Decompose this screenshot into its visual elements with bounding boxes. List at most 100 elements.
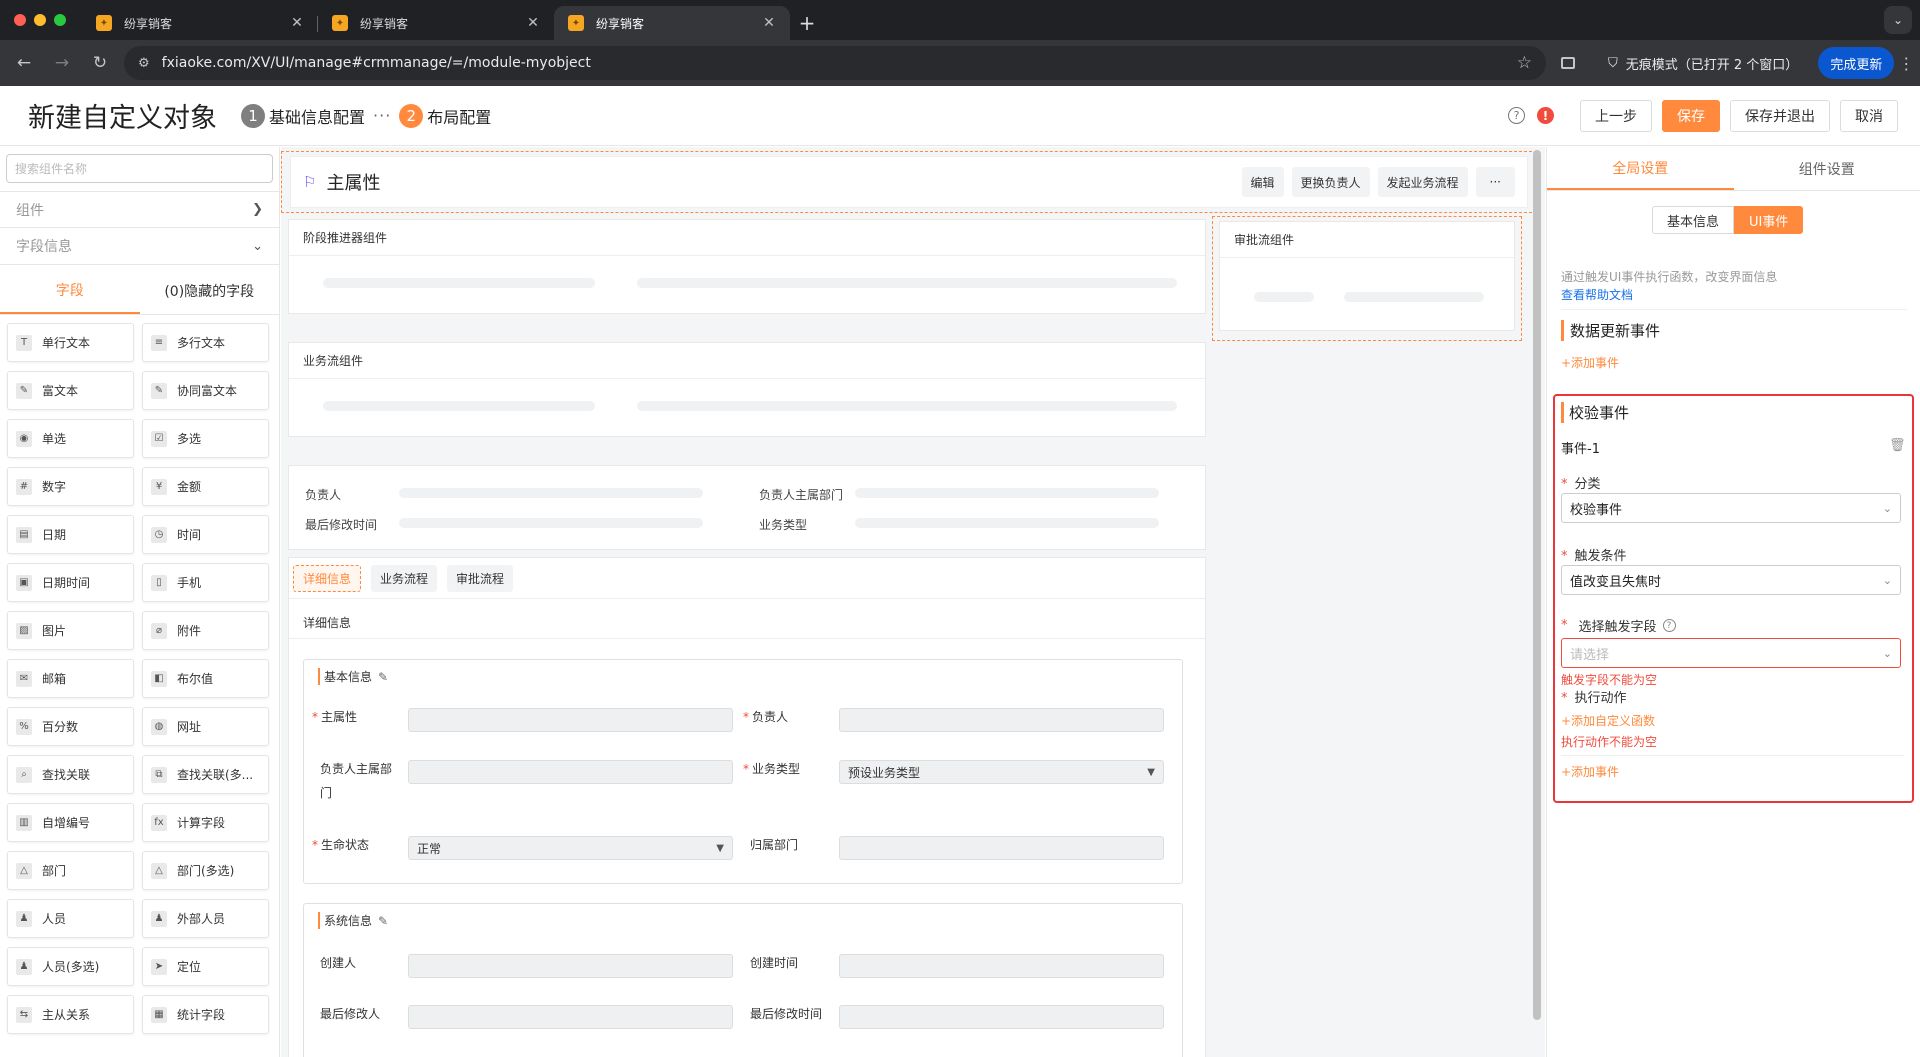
trigger-field-select[interactable]: 请选择 ⌄ [1561,638,1901,668]
field-type-item[interactable]: ☑ 多选 [142,419,269,458]
more-actions-button[interactable]: ··· [1475,167,1515,197]
creator-field[interactable] [408,954,733,978]
field-type-item[interactable]: ≡ 多行文本 [142,323,269,362]
tab-approval-flow[interactable]: 审批流程 [447,565,514,592]
field-type-item[interactable]: ✎ 协同富文本 [142,371,269,410]
add-data-event-link[interactable]: +添加事件 [1561,354,1619,371]
owner-field[interactable] [839,708,1164,732]
field-type-item[interactable]: ⌕ 查找关联 [7,755,134,794]
header-component[interactable]: ⚐ 主属性 编辑 更换负责人 发起业务流程 ··· [281,151,1537,213]
tab-fields[interactable]: 字段 [0,267,140,314]
canvas-scrollbar[interactable] [1533,150,1541,1020]
field-type-item[interactable]: % 百分数 [7,707,134,746]
close-tab-icon[interactable]: ✕ [760,15,778,31]
field-type-item[interactable]: ◷ 时间 [142,515,269,554]
component-search-input[interactable]: 搜索组件名称 [6,154,273,183]
edit-icon[interactable]: ✎ [378,914,388,928]
incognito-indicator[interactable]: ⛉ 无痕模式（已打开 2 个窗口） [1596,47,1810,79]
cancel-button[interactable]: 取消 [1840,99,1898,132]
name-field[interactable] [408,708,733,732]
create-time-field[interactable] [839,954,1164,978]
life-status-select[interactable]: 正常 ▼ [408,836,733,860]
field-type-item[interactable]: ♟ 人员(多选) [7,947,134,986]
help-icon[interactable]: ? [1508,107,1525,124]
belong-dept-field[interactable] [839,836,1164,860]
browser-menu-icon[interactable]: ⋮ [1894,54,1918,73]
field-type-item[interactable]: ◍ 网址 [142,707,269,746]
forward-icon[interactable]: → [46,47,78,79]
change-owner-button[interactable]: 更换负责人 [1291,167,1370,197]
field-type-item[interactable]: ♟ 人员 [7,899,134,938]
stage-component-card[interactable]: 阶段推进器组件 [288,219,1206,314]
field-type-item[interactable]: ▦ 统计字段 [142,995,269,1034]
field-type-item[interactable]: ♟ 外部人员 [142,899,269,938]
field-type-item[interactable]: △ 部门 [7,851,134,890]
biz-type-select[interactable]: 预设业务类型 ▼ [839,760,1164,784]
step-1[interactable]: 1 基础信息配置 [241,103,365,128]
add-validation-event-link[interactable]: +添加事件 [1561,763,1619,780]
field-type-item[interactable]: ⌀ 附件 [142,611,269,650]
tab-detail-info[interactable]: 详细信息 [293,565,362,592]
field-type-item[interactable]: ⧉ 查找关联(多... [142,755,269,794]
tab-search-icon[interactable]: ⌄ [1884,6,1912,34]
summary-card[interactable]: 负责人 负责人主属部门 最后修改时间 业务类型 [288,465,1206,550]
detail-card[interactable]: 详细信息 业务流程 审批流程 详细信息 基本信息 ✎ * 主属性 * 负责人 负责人主… [288,557,1206,1057]
field-type-item[interactable]: ⇆ 主从关系 [7,995,134,1034]
trash-icon[interactable]: 🗑 [1889,438,1906,453]
start-flow-button[interactable]: 发起业务流程 [1377,167,1468,197]
segment-basic-info[interactable]: 基本信息 [1652,206,1735,234]
segment-ui-events[interactable]: UI事件 [1734,206,1804,234]
update-button[interactable]: 完成更新 [1818,47,1895,79]
save-exit-button[interactable]: 保存并退出 [1730,99,1830,132]
field-type-item[interactable]: fx 计算字段 [142,803,269,842]
save-button[interactable]: 保存 [1662,99,1720,132]
minimize-window-button[interactable] [34,14,46,26]
field-type-item[interactable]: # 数字 [7,467,134,506]
browser-tab-active[interactable]: ✦ 纷享销客 ✕ [554,6,790,40]
help-doc-link[interactable]: 查看帮助文档 [1561,286,1633,303]
tab-business-flow[interactable]: 业务流程 [371,565,438,592]
field-type-item[interactable]: ▥ 自增编号 [7,803,134,842]
bookmark-star-icon[interactable]: ☆ [1517,53,1532,73]
components-section[interactable]: 组件 ❯ [0,191,279,228]
field-info-section[interactable]: 字段信息 ⌄ [0,228,279,265]
field-type-item[interactable]: ▨ 图片 [7,611,134,650]
field-type-item[interactable]: ▯ 手机 [142,563,269,602]
modifier-field[interactable] [408,1005,733,1029]
question-icon[interactable]: ? [1662,619,1676,632]
trigger-condition-select[interactable]: 值改变且失焦时 ⌄ [1561,565,1901,595]
close-tab-icon[interactable]: ✕ [288,15,306,31]
field-type-item[interactable]: ▣ 日期时间 [7,563,134,602]
site-settings-icon[interactable]: ⚙ [138,56,150,71]
edit-icon[interactable]: ✎ [378,670,388,684]
url-bar[interactable]: ⚙ fxiaoke.com/XV/UI/manage#crmmanage/=/m… [124,46,1546,80]
browser-tab[interactable]: ✦ 纷享销客 ✕ [318,6,554,40]
back-icon[interactable]: ← [8,47,40,79]
tab-global-settings[interactable]: 全局设置 [1547,147,1734,190]
category-select[interactable]: 校验事件 ⌄ [1561,493,1901,523]
close-window-button[interactable] [14,14,26,26]
field-type-item[interactable]: T 单行文本 [7,323,134,362]
step-2[interactable]: 2 布局配置 [399,103,491,128]
alert-icon[interactable]: ! [1537,107,1554,124]
zoom-window-button[interactable] [54,14,66,26]
approval-component[interactable]: 审批流组件 [1212,216,1522,341]
close-tab-icon[interactable]: ✕ [524,15,542,31]
field-type-item[interactable]: ◉ 单选 [7,419,134,458]
field-type-item[interactable]: ◧ 布尔值 [142,659,269,698]
field-type-item[interactable]: ✉ 邮箱 [7,659,134,698]
browser-tab[interactable]: ✦ 纷享销客 ✕ [82,6,318,40]
field-type-item[interactable]: ▤ 日期 [7,515,134,554]
prev-step-button[interactable]: 上一步 [1580,99,1652,132]
owner-dept-field[interactable] [408,760,733,784]
field-type-item[interactable]: △ 部门(多选) [142,851,269,890]
modified-time-field[interactable] [839,1005,1164,1029]
flow-component-card[interactable]: 业务流组件 [288,342,1206,437]
field-type-item[interactable]: ¥ 金额 [142,467,269,506]
tab-hidden-fields[interactable]: (0)隐藏的字段 [140,267,280,314]
field-type-item[interactable]: ➤ 定位 [142,947,269,986]
tab-component-settings[interactable]: 组件设置 [1734,147,1920,190]
field-type-item[interactable]: ✎ 富文本 [7,371,134,410]
add-function-link[interactable]: +添加自定义函数 [1561,712,1655,729]
side-panel-icon[interactable] [1550,47,1586,79]
